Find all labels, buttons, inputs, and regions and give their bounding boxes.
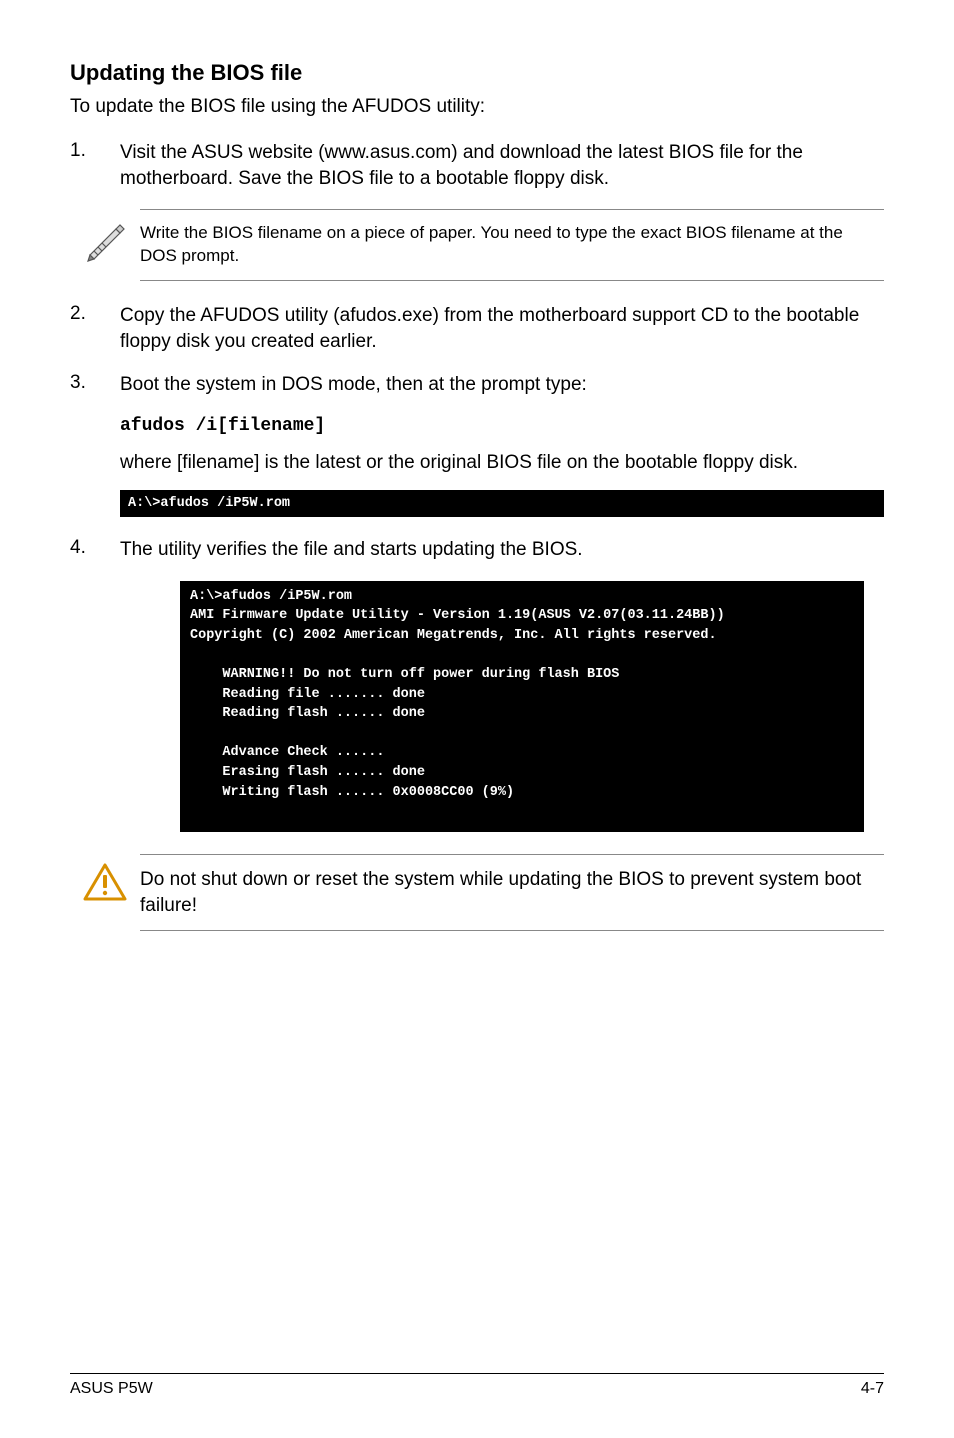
terminal-output-1: A:\>afudos /iP5W.rom [120, 490, 884, 518]
step-number: 4. [70, 537, 120, 563]
step-2: 2. Copy the AFUDOS utility (afudos.exe) … [70, 303, 884, 354]
terminal-output-2: A:\>afudos /iP5W.rom AMI Firmware Update… [180, 581, 864, 832]
step-number: 1. [70, 140, 120, 191]
step-text: Copy the AFUDOS utility (afudos.exe) fro… [120, 303, 884, 354]
warning-text: Do not shut down or reset the system whi… [140, 854, 884, 931]
step-text: Visit the ASUS website (www.asus.com) an… [120, 140, 884, 191]
step-text: Boot the system in DOS mode, then at the… [120, 372, 884, 398]
code-command: afudos /i[filename] [120, 416, 325, 436]
step-number: 2. [70, 303, 120, 354]
warning-note: Do not shut down or reset the system whi… [70, 854, 884, 931]
note-text: Write the BIOS filename on a piece of pa… [140, 209, 884, 281]
step-3-continued: where [filename] is the latest or the or… [120, 450, 884, 476]
step-4: 4. The utility verifies the file and sta… [70, 537, 884, 563]
step-3: 3. Boot the system in DOS mode, then at … [70, 372, 884, 398]
note-pencil: Write the BIOS filename on a piece of pa… [70, 209, 884, 281]
warning-icon [70, 854, 140, 902]
pencil-icon [70, 209, 140, 263]
section-heading: Updating the BIOS file [70, 60, 884, 86]
footer-page-number: 4-7 [861, 1380, 884, 1398]
intro-text: To update the BIOS file using the AFUDOS… [70, 96, 884, 118]
step-1: 1. Visit the ASUS website (www.asus.com)… [70, 140, 884, 191]
page-footer: ASUS P5W 4-7 [70, 1373, 884, 1398]
step-text: The utility verifies the file and starts… [120, 537, 884, 563]
footer-product: ASUS P5W [70, 1380, 153, 1398]
step-number: 3. [70, 372, 120, 398]
